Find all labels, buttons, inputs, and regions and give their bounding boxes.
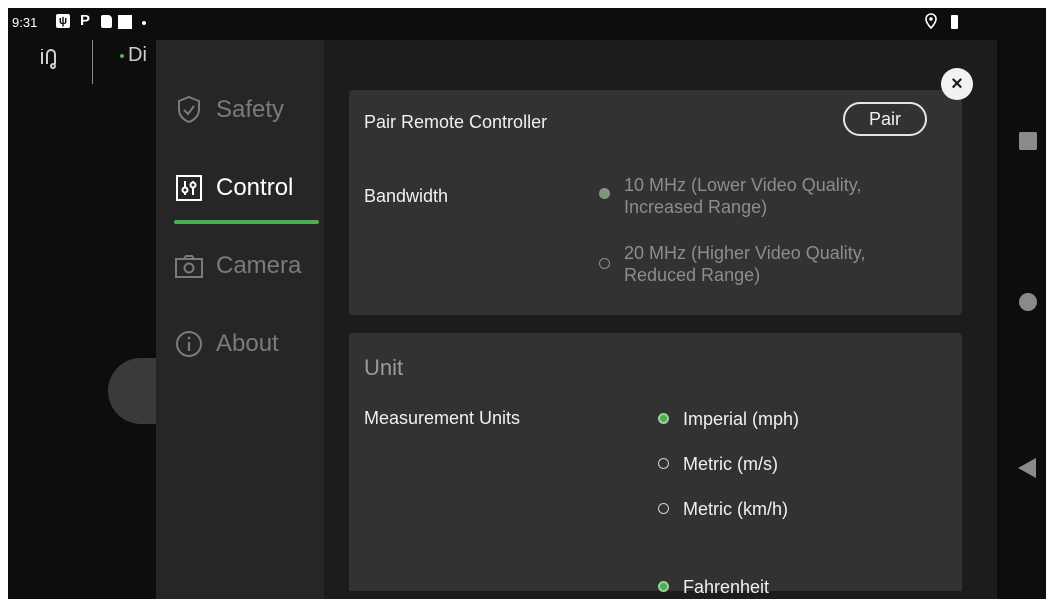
settings-dialog: Safety Control Camera About Pair Remote … <box>156 40 997 599</box>
sidebar-item-control[interactable]: Control <box>174 166 319 224</box>
dot-icon <box>142 21 146 25</box>
bandwidth-option-10mhz[interactable]: 10 MHz (Lower Video Quality, Increased R… <box>599 174 861 218</box>
option-line2: Increased Range) <box>624 197 768 217</box>
p-icon: P <box>80 12 91 29</box>
camera-icon <box>174 251 204 281</box>
bg-divider <box>92 40 93 84</box>
radio-unselected-icon <box>599 258 610 269</box>
option-line1: 10 MHz (Lower Video Quality, <box>624 175 862 195</box>
info-icon <box>174 329 204 359</box>
square-icon <box>118 15 132 29</box>
sidebar-item-camera[interactable]: Camera <box>174 244 301 288</box>
option-label: Fahrenheit <box>683 577 770 597</box>
radio-selected-icon <box>658 581 669 592</box>
sidebar-item-about[interactable]: About <box>174 322 279 366</box>
bandwidth-label: Bandwidth <box>364 186 449 206</box>
active-tab-indicator <box>174 220 319 224</box>
sidebar-item-label: Camera <box>216 252 302 279</box>
shield-check-icon <box>174 95 204 125</box>
radio-unselected-icon <box>658 458 669 469</box>
back-button[interactable] <box>1018 458 1036 478</box>
bandwidth-option-20mhz[interactable]: 20 MHz (Higher Video Quality, Reduced Ra… <box>599 242 865 286</box>
settings-sidebar: Safety Control Camera About <box>156 40 324 599</box>
battery-icon <box>951 15 958 29</box>
device-screen: 9:31 ψ P Di Safety Control Camera About … <box>8 8 1046 599</box>
status-dot-icon <box>120 53 124 58</box>
sidebar-item-label: About <box>216 330 279 357</box>
unit-settings-card: Unit Measurement Units Imperial (mph) Me… <box>349 333 962 597</box>
unit-section-title: Unit <box>364 355 404 380</box>
option-line2: Reduced Range) <box>624 265 761 285</box>
sidebar-item-safety[interactable]: Safety <box>174 88 284 132</box>
close-button[interactable]: × <box>941 68 973 100</box>
sd-card-icon <box>101 15 112 28</box>
control-settings-card: Pair Remote Controller Pair Bandwidth 10… <box>349 90 962 315</box>
close-icon: × <box>951 72 963 95</box>
home-button[interactable] <box>1019 293 1037 311</box>
sidebar-item-label: Control <box>216 174 294 201</box>
option-label: Metric (km/h) <box>683 499 788 519</box>
unit-option-imperial[interactable]: Imperial (mph) <box>658 408 799 430</box>
bg-app-text: Di <box>120 44 147 67</box>
option-label: Imperial (mph) <box>683 409 800 429</box>
temp-option-fahrenheit[interactable]: Fahrenheit <box>658 576 769 598</box>
location-icon <box>925 13 937 33</box>
recent-apps-button[interactable] <box>1019 132 1037 150</box>
radio-selected-icon <box>599 188 610 199</box>
unit-option-metric-kmh[interactable]: Metric (km/h) <box>658 498 788 520</box>
radio-selected-icon <box>658 413 669 424</box>
option-line1: 20 MHz (Higher Video Quality, <box>624 243 866 263</box>
sliders-icon <box>174 173 204 203</box>
unit-option-metric-ms[interactable]: Metric (m/s) <box>658 453 778 475</box>
pair-button[interactable]: Pair <box>843 102 927 136</box>
status-bar: 9:31 ψ P <box>8 8 1046 38</box>
sidebar-item-label: Safety <box>216 96 285 123</box>
status-time: 9:31 <box>12 15 38 30</box>
usb-icon: ψ <box>56 14 70 28</box>
app-logo-icon <box>36 44 66 80</box>
pair-remote-label: Pair Remote Controller <box>364 112 548 132</box>
radio-unselected-icon <box>658 503 669 514</box>
option-label: Metric (m/s) <box>683 454 778 474</box>
measurement-units-label: Measurement Units <box>364 408 521 428</box>
